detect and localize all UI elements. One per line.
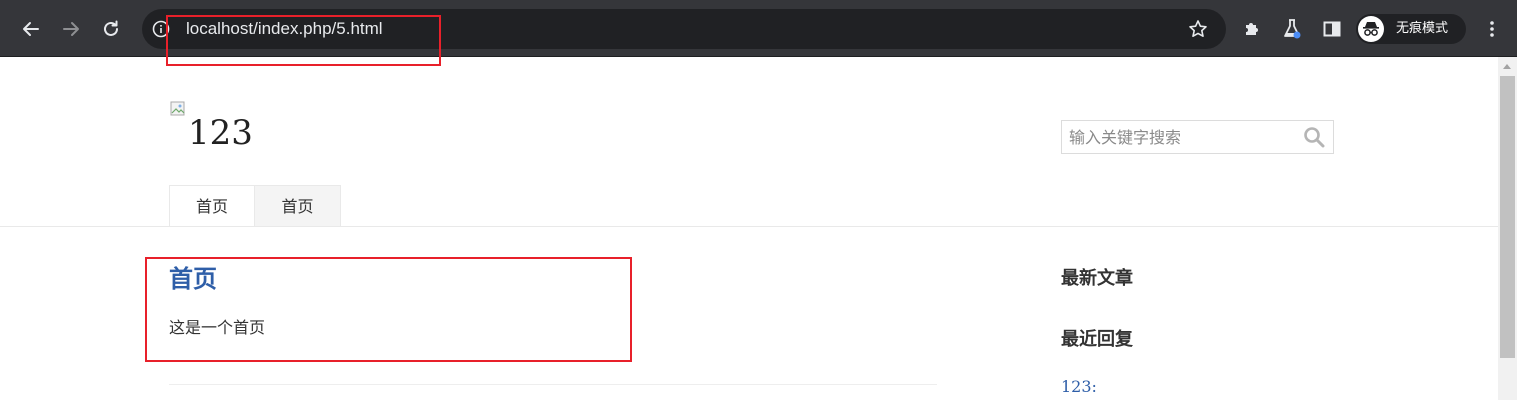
side-panel-button[interactable] bbox=[1317, 14, 1347, 44]
url-text[interactable]: localhost/index.php/5.html bbox=[186, 19, 383, 39]
post-divider bbox=[169, 384, 937, 385]
search-icon[interactable] bbox=[1303, 126, 1325, 148]
incognito-avatar bbox=[1358, 16, 1384, 42]
browser-toolbar: localhost/index.php/5.html 无痕模式 bbox=[0, 0, 1517, 57]
recent-comment-link[interactable]: 123: bbox=[1061, 377, 1097, 397]
back-button[interactable] bbox=[16, 14, 46, 44]
puzzle-icon bbox=[1246, 23, 1258, 35]
post-content: 这是一个首页 bbox=[169, 318, 266, 337]
side-panel-icon bbox=[1323, 21, 1341, 37]
address-bar[interactable]: localhost/index.php/5.html bbox=[142, 9, 1226, 49]
incognito-icon bbox=[1363, 22, 1379, 36]
arrow-right-icon bbox=[63, 22, 79, 36]
reload-button[interactable] bbox=[96, 14, 126, 44]
nav-item-home[interactable]: 首页 bbox=[169, 185, 255, 227]
reload-icon bbox=[104, 20, 118, 36]
broken-image-icon bbox=[170, 101, 185, 116]
header-divider bbox=[0, 226, 1498, 227]
more-vertical-icon bbox=[1490, 21, 1494, 37]
incognito-profile-button[interactable]: 无痕模式 bbox=[1356, 14, 1466, 44]
logo-alt-text: 123 bbox=[188, 113, 253, 153]
extensions-button[interactable] bbox=[1237, 14, 1267, 44]
info-icon[interactable] bbox=[152, 20, 170, 38]
widget-title-latest-posts: 最新文章 bbox=[1061, 268, 1133, 289]
arrow-left-icon bbox=[23, 22, 39, 36]
flask-icon bbox=[1284, 19, 1301, 39]
nav-item-home-2[interactable]: 首页 bbox=[255, 185, 341, 227]
profile-label: 无痕模式 bbox=[1396, 21, 1449, 36]
web-page: 123 首页 首页 首页 这是一个首页 最新文章 最近回复 123: bbox=[0, 57, 1498, 400]
bookmark-star-icon[interactable] bbox=[1188, 19, 1208, 39]
page-scrollbar[interactable] bbox=[1498, 57, 1517, 400]
scrollbar-thumb[interactable] bbox=[1500, 76, 1515, 358]
menu-button[interactable] bbox=[1477, 14, 1507, 44]
search-input[interactable] bbox=[1062, 121, 1298, 153]
forward-button[interactable] bbox=[56, 14, 86, 44]
labs-button[interactable] bbox=[1277, 14, 1307, 44]
site-logo[interactable]: 123 bbox=[168, 99, 288, 155]
scroll-up-arrow-icon[interactable] bbox=[1503, 64, 1511, 69]
search-form bbox=[1061, 120, 1334, 154]
main-nav: 首页 首页 bbox=[169, 185, 341, 227]
widget-title-recent-replies: 最近回复 bbox=[1061, 329, 1133, 350]
post-title[interactable]: 首页 bbox=[169, 264, 217, 294]
